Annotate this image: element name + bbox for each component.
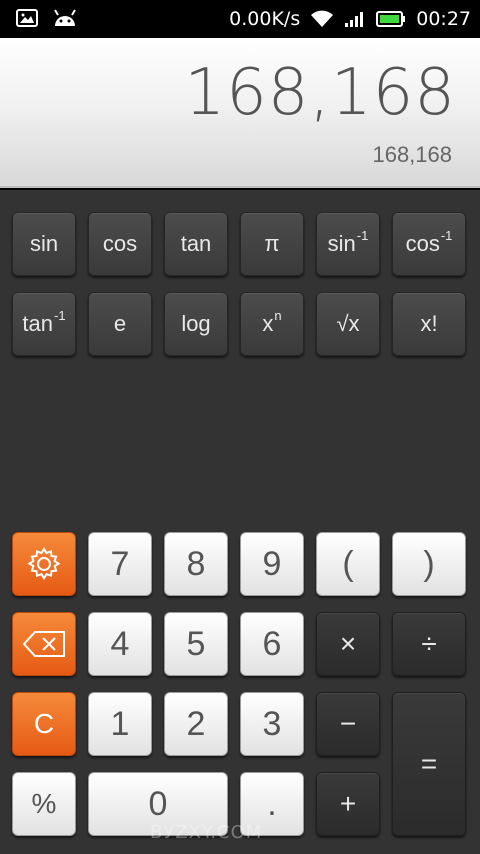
backspace-button[interactable] <box>12 612 76 676</box>
key-9[interactable]: 9 <box>240 532 304 596</box>
expression-value: 168,168 <box>372 142 452 167</box>
factorial-button[interactable]: x! <box>392 292 466 356</box>
android-icon <box>54 9 76 26</box>
minus-button[interactable]: − <box>316 692 380 756</box>
key-1[interactable]: 1 <box>88 692 152 756</box>
key-2[interactable]: 2 <box>164 692 228 756</box>
key-3[interactable]: 3 <box>240 692 304 756</box>
key-5[interactable]: 5 <box>164 612 228 676</box>
network-speed: 0.00K/s <box>229 8 301 30</box>
calculator-display: 168,168 168,168 <box>0 38 480 188</box>
tan-button[interactable]: tan <box>164 212 228 276</box>
signal-icon <box>345 12 364 27</box>
power-button[interactable]: xn <box>240 292 304 356</box>
battery-icon <box>376 11 406 27</box>
equals-button[interactable]: = <box>392 692 466 836</box>
percent-button[interactable]: % <box>12 772 76 836</box>
watermark: ВУZХY.COM <box>150 822 263 843</box>
plus-button[interactable]: + <box>316 772 380 836</box>
key-7[interactable]: 7 <box>88 532 152 596</box>
sin-button[interactable]: sin <box>12 212 76 276</box>
pi-button[interactable]: π <box>240 212 304 276</box>
wifi-icon <box>311 10 334 27</box>
arctan-button[interactable]: tan -1 <box>12 292 76 356</box>
status-bar: 0.00K/s 00:27 <box>0 0 480 38</box>
sqrt-button[interactable]: √x <box>316 292 380 356</box>
divide-button[interactable]: ÷ <box>392 612 466 676</box>
arccos-button[interactable]: cos -1 <box>392 212 466 276</box>
arcsin-button[interactable]: sin -1 <box>316 212 380 276</box>
settings-button[interactable] <box>12 532 76 596</box>
log-button[interactable]: log <box>164 292 228 356</box>
cos-button[interactable]: cos <box>88 212 152 276</box>
right-paren-button[interactable]: ) <box>392 532 466 596</box>
key-6[interactable]: 6 <box>240 612 304 676</box>
backspace-icon <box>22 631 65 657</box>
multiply-button[interactable]: × <box>316 612 380 676</box>
e-button[interactable]: e <box>88 292 152 356</box>
result-value: 168,168 <box>184 56 456 130</box>
key-4[interactable]: 4 <box>88 612 152 676</box>
gallery-notification-icon <box>16 9 38 27</box>
keypad: sin cos tan π sin -1 cos -1 tan -1 e log xn… <box>0 190 480 854</box>
key-8[interactable]: 8 <box>164 532 228 596</box>
gear-icon <box>27 547 61 581</box>
clock: 00:27 <box>416 8 471 30</box>
clear-button[interactable]: C <box>12 692 76 756</box>
left-paren-button[interactable]: ( <box>316 532 380 596</box>
